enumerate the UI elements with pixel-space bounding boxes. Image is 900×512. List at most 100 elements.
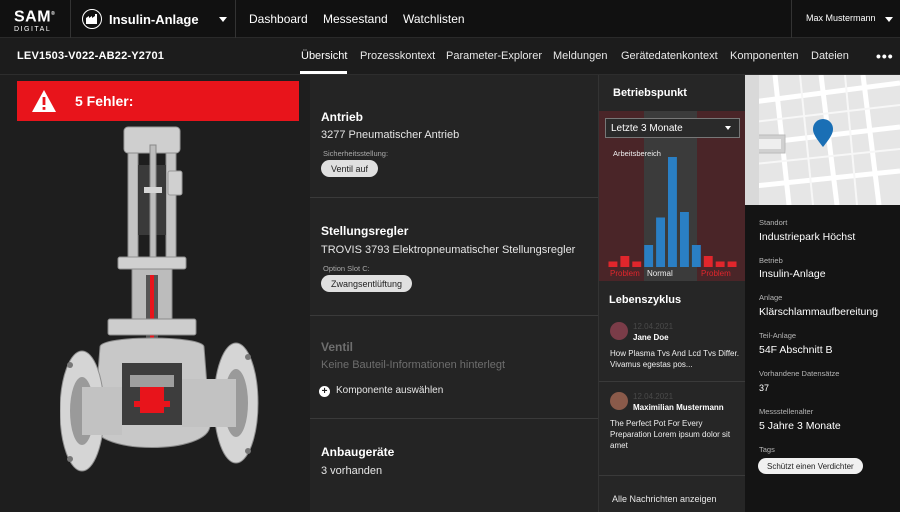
histogram-bar — [691, 245, 701, 267]
histogram-bar — [656, 217, 665, 267]
time-range-value: Letzte 3 Monate — [611, 122, 683, 134]
histogram-bar — [703, 256, 713, 267]
app-name: Insulin-Anlage — [109, 11, 199, 27]
info-value-standort: Industriepark Höchst — [759, 231, 856, 243]
chevron-down-icon[interactable] — [885, 17, 893, 22]
warning-icon — [32, 90, 56, 112]
stellungsregler-chip[interactable]: Zwangsentlüftung — [321, 275, 413, 292]
info-value-betrieb: Insulin-Anlage — [759, 268, 826, 280]
component-ventil[interactable]: Ventil Keine Bauteil-Informationen hinte… — [310, 315, 598, 418]
lifecycle-message[interactable]: 12.04.2021 Jane Doe How Plasma Tvs And L… — [599, 319, 746, 389]
info-label-datensaetze: Vorhandene Datensätze — [759, 369, 840, 378]
message-date: 12.04.2021 — [633, 392, 674, 401]
message-text: The Perfect Pot For Every Preparation Lo… — [610, 419, 731, 450]
info-label-tags: Tags — [759, 445, 775, 454]
logo-registered-mark: ® — [51, 11, 56, 17]
message-author: Maximilian Mustermann — [633, 403, 724, 412]
user-menu[interactable]: Max Mustermann — [806, 13, 876, 23]
plus-circle-icon[interactable]: + — [319, 386, 330, 397]
stellungsregler-title: Stellungsregler — [321, 224, 409, 238]
header-divider — [791, 0, 792, 38]
stellungsregler-value: TROVIS 3793 Elektropneumatischer Stellun… — [321, 244, 576, 256]
logo-text: SAM — [14, 8, 52, 26]
time-range-select[interactable]: Letzte 3 Monate — [605, 118, 740, 138]
problem-label-right: Problem — [701, 269, 731, 278]
sam-digital-logo[interactable]: SAM® DIGITAL — [14, 6, 62, 34]
anbaugeraete-value: 3 vorhanden — [321, 465, 383, 477]
tab-komponenten[interactable]: Komponenten — [730, 50, 799, 62]
components-panel: Antrieb 3277 Pneumatischer Antrieb Siche… — [310, 75, 598, 512]
all-messages-link[interactable]: Alle Nachrichten anzeigen — [612, 494, 717, 504]
info-value-teil-anlage: 54F Abschnitt B — [759, 344, 833, 356]
error-banner[interactable]: 5 Fehler: — [17, 81, 299, 121]
stellungsregler-sub-label: Option Slot C: — [323, 264, 370, 273]
message-author: Jane Doe — [633, 333, 669, 342]
tab-uebersicht[interactable]: Übersicht — [301, 50, 347, 62]
ventil-title: Ventil — [321, 340, 354, 354]
histogram-bar — [727, 261, 737, 267]
location-panel: Standort Industriepark Höchst Betrieb In… — [745, 75, 900, 512]
factory-icon — [82, 9, 102, 29]
info-label-anlage: Anlage — [759, 293, 783, 302]
lifecycle-title: Lebenszyklus — [609, 294, 682, 306]
valve-illustration[interactable] — [60, 125, 260, 512]
anbaugeraete-title: Anbaugeräte — [321, 445, 395, 459]
antrieb-title: Antrieb — [321, 110, 363, 124]
avatar — [610, 392, 628, 410]
tab-meldungen[interactable]: Meldungen — [553, 50, 607, 62]
antrieb-chip[interactable]: Ventil auf — [321, 160, 379, 177]
histogram-bar — [668, 157, 677, 267]
info-label-teil-anlage: Teil-Anlage — [759, 331, 797, 340]
nav-messestand[interactable]: Messestand — [323, 12, 388, 26]
info-value-datensaetze: 37 — [759, 383, 770, 393]
nav-watchlisten[interactable]: Watchlisten — [403, 12, 465, 26]
component-antrieb[interactable]: Antrieb 3277 Pneumatischer Antrieb Siche… — [310, 75, 598, 197]
operating-point-title: Betriebspunkt — [613, 87, 687, 99]
valve-panel: 5 Fehler: — [0, 75, 310, 512]
component-anbaugeraete[interactable]: Anbaugeräte 3 vorhanden — [310, 418, 598, 512]
lifecycle-message[interactable]: 12.04.2021 Maximilian Mustermann The Per… — [599, 389, 746, 459]
histogram-bar — [644, 245, 654, 267]
header-divider — [235, 0, 236, 38]
chevron-down-icon[interactable] — [219, 17, 227, 22]
app-switcher[interactable]: Insulin-Anlage — [82, 8, 199, 30]
antrieb-value: 3277 Pneumatischer Antrieb — [321, 129, 460, 141]
message-divider — [599, 475, 746, 476]
component-stellungsregler[interactable]: Stellungsregler TROVIS 3793 Elektropneum… — [310, 197, 598, 315]
ventil-value: Keine Bauteil-Informationen hinterlegt — [321, 359, 506, 371]
header-divider — [70, 0, 71, 38]
tab-parameter-explorer[interactable]: Parameter-Explorer — [446, 50, 542, 62]
logo-subtext: DIGITAL — [14, 26, 52, 34]
chevron-down-icon — [725, 126, 731, 130]
tab-geraetedatenkontext[interactable]: Gerätedatenkontext — [621, 50, 718, 62]
histogram-bar — [632, 261, 642, 267]
histogram-bar — [680, 212, 689, 267]
top-bar: SAM® DIGITAL Insulin-Anlage Dashboard Me… — [0, 0, 900, 38]
more-menu-button[interactable]: ••• — [876, 48, 894, 64]
message-date: 12.04.2021 — [633, 322, 674, 331]
histogram-bar — [608, 261, 618, 267]
message-divider — [599, 381, 746, 382]
active-tab-indicator — [300, 71, 347, 74]
nav-dashboard[interactable]: Dashboard — [249, 12, 308, 26]
histogram-bar — [715, 261, 725, 267]
info-value-messstellenalter: 5 Jahre 3 Monate — [759, 420, 841, 432]
error-count: 5 Fehler: — [75, 93, 134, 109]
device-id: LEV1503-V022-AB22-Y2701 — [17, 50, 165, 62]
tag-chip[interactable]: Schützt einen Verdichter — [758, 458, 863, 474]
problem-label-left: Problem — [610, 269, 640, 278]
info-label-standort: Standort — [759, 218, 788, 227]
info-value-anlage: Klärschlammaufbereitung — [759, 306, 879, 318]
antrieb-sub-label: Sicherheitsstellung: — [323, 149, 389, 158]
device-tabs-bar: LEV1503-V022-AB22-Y2701 Übersicht Prozes… — [0, 38, 900, 75]
operating-range-label: Arbeitsbereich — [613, 149, 661, 158]
tab-prozesskontext[interactable]: Prozesskontext — [360, 50, 435, 62]
select-component-link[interactable]: Komponente auswählen — [336, 385, 443, 396]
info-label-betrieb: Betrieb — [759, 256, 783, 265]
histogram-bar — [620, 256, 630, 267]
location-map[interactable] — [745, 75, 900, 205]
normal-label: Normal — [647, 269, 673, 278]
tab-dateien[interactable]: Dateien — [811, 50, 849, 62]
avatar — [610, 322, 628, 340]
message-text: How Plasma Tvs And Lcd Tvs Differ. Vivam… — [610, 349, 739, 369]
